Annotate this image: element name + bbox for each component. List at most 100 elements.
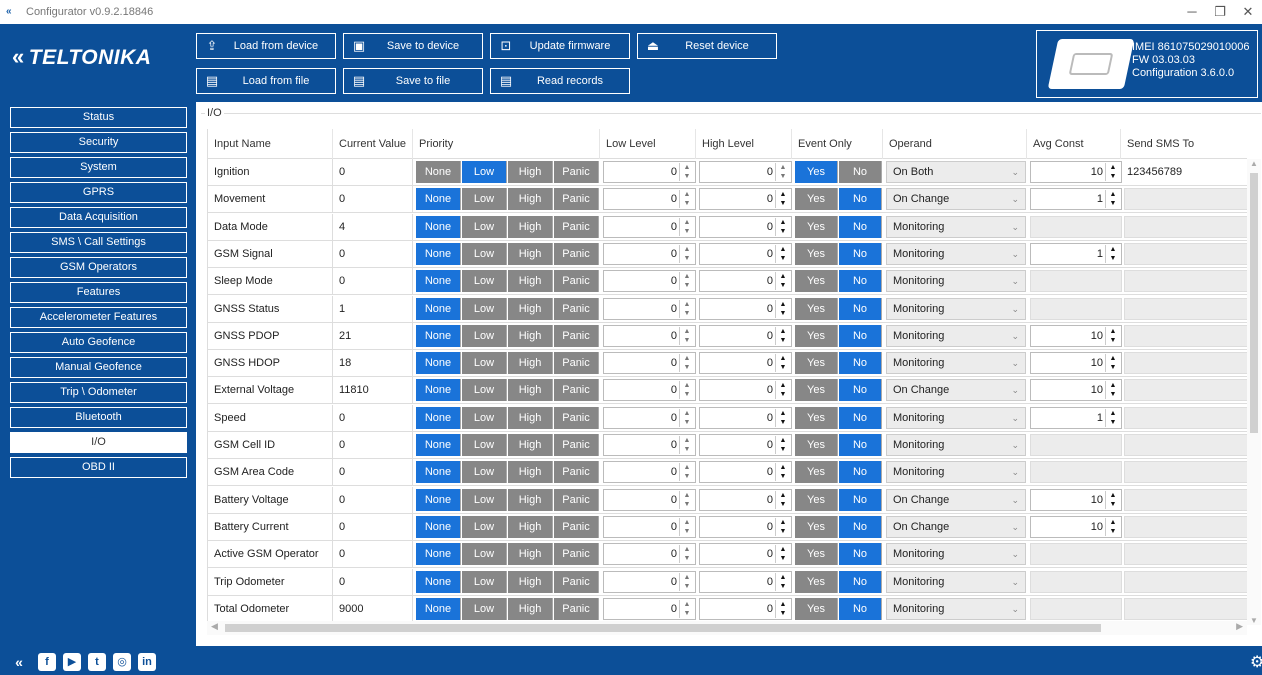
sidebar-item-system[interactable]: System: [10, 157, 187, 178]
sidebar-item-i-o[interactable]: I/O: [10, 432, 187, 453]
event-only-yes-toggle[interactable]: Yes: [795, 488, 838, 511]
column-header-low-level[interactable]: Low Level: [600, 129, 696, 159]
low-level-spinner[interactable]: 0 ▲ ▼: [603, 488, 696, 511]
priority-high-toggle[interactable]: High: [508, 297, 553, 320]
priority-high-toggle[interactable]: High: [508, 324, 553, 347]
event-only-no-toggle[interactable]: No: [839, 161, 882, 183]
operand-select[interactable]: Monitoring ⌄: [886, 215, 1026, 238]
priority-none-toggle[interactable]: None: [416, 406, 461, 429]
event-only-yes-toggle[interactable]: Yes: [795, 543, 838, 566]
spinner-arrows-icon[interactable]: ▲ ▼: [775, 299, 790, 318]
spinner-arrows-icon[interactable]: ▲ ▼: [775, 354, 790, 373]
operand-select[interactable]: Monitoring ⌄: [886, 242, 1026, 265]
priority-low-toggle[interactable]: Low: [462, 543, 507, 566]
spinner-arrows-icon[interactable]: ▲ ▼: [1105, 190, 1120, 209]
event-only-no-toggle[interactable]: No: [839, 406, 882, 429]
low-level-spinner[interactable]: 0 ▲ ▼: [603, 570, 696, 593]
priority-high-toggle[interactable]: High: [508, 270, 553, 293]
spinner-arrows-icon[interactable]: ▲ ▼: [775, 490, 790, 509]
priority-panic-toggle[interactable]: Panic: [554, 379, 599, 402]
priority-low-toggle[interactable]: Low: [462, 570, 507, 593]
avg-const-spinner[interactable]: 10 ▲ ▼: [1030, 352, 1122, 375]
priority-none-toggle[interactable]: None: [416, 434, 461, 456]
priority-high-toggle[interactable]: High: [508, 379, 553, 402]
low-level-spinner[interactable]: 0 ▲ ▼: [603, 324, 696, 347]
spinner-arrows-icon[interactable]: ▲ ▼: [1105, 381, 1120, 400]
operand-select[interactable]: Monitoring ⌄: [886, 352, 1026, 375]
spinner-arrows-icon[interactable]: ▲ ▼: [679, 572, 694, 591]
priority-panic-toggle[interactable]: Panic: [554, 515, 599, 538]
sidebar-item-trip-odometer[interactable]: Trip \ Odometer: [10, 382, 187, 403]
event-only-no-toggle[interactable]: No: [839, 352, 882, 375]
priority-panic-toggle[interactable]: Panic: [554, 543, 599, 566]
low-level-spinner[interactable]: 0 ▲ ▼: [603, 597, 696, 620]
high-level-spinner[interactable]: 0 ▲ ▼: [699, 461, 792, 484]
sidebar-item-gsm-operators[interactable]: GSM Operators: [10, 257, 187, 278]
priority-low-toggle[interactable]: Low: [462, 515, 507, 538]
spinner-arrows-icon[interactable]: ▲ ▼: [1105, 326, 1120, 345]
event-only-no-toggle[interactable]: No: [839, 270, 882, 293]
priority-high-toggle[interactable]: High: [508, 461, 553, 484]
event-only-no-toggle[interactable]: No: [839, 188, 882, 211]
linkedin-icon[interactable]: in: [138, 653, 156, 671]
column-header-high-level[interactable]: High Level: [696, 129, 792, 159]
event-only-no-toggle[interactable]: No: [839, 379, 882, 402]
event-only-no-toggle[interactable]: No: [839, 597, 882, 620]
priority-high-toggle[interactable]: High: [508, 570, 553, 593]
high-level-spinner[interactable]: 0 ▲ ▼: [699, 570, 792, 593]
low-level-spinner[interactable]: 0 ▲ ▼: [603, 515, 696, 538]
teltonika-icon[interactable]: «: [10, 653, 28, 671]
high-level-spinner[interactable]: 0 ▲ ▼: [699, 406, 792, 429]
operand-select[interactable]: Monitoring ⌄: [886, 434, 1026, 456]
priority-high-toggle[interactable]: High: [508, 515, 553, 538]
event-only-yes-toggle[interactable]: Yes: [795, 570, 838, 593]
priority-low-toggle[interactable]: Low: [462, 242, 507, 265]
event-only-yes-toggle[interactable]: Yes: [795, 352, 838, 375]
low-level-spinner[interactable]: 0 ▲ ▼: [603, 242, 696, 265]
event-only-yes-toggle[interactable]: Yes: [795, 515, 838, 538]
sidebar-item-auto-geofence[interactable]: Auto Geofence: [10, 332, 187, 353]
priority-high-toggle[interactable]: High: [508, 406, 553, 429]
spinner-arrows-icon[interactable]: ▲ ▼: [679, 326, 694, 345]
spinner-arrows-icon[interactable]: ▲ ▼: [775, 572, 790, 591]
event-only-no-toggle[interactable]: No: [839, 543, 882, 566]
spinner-arrows-icon[interactable]: ▲ ▼: [679, 217, 694, 236]
high-level-spinner[interactable]: 0 ▲ ▼: [699, 161, 792, 183]
priority-high-toggle[interactable]: High: [508, 543, 553, 566]
reset-device-button[interactable]: ⏏ Reset device: [637, 33, 777, 59]
save-to-device-button[interactable]: ▣ Save to device: [343, 33, 483, 59]
minimize-button[interactable]: ─: [1182, 4, 1202, 20]
column-header-event-only[interactable]: Event Only: [792, 129, 883, 159]
priority-panic-toggle[interactable]: Panic: [554, 434, 599, 456]
spinner-arrows-icon[interactable]: ▲ ▼: [1105, 408, 1120, 427]
vertical-scrollbar[interactable]: ▲ ▼: [1247, 159, 1261, 625]
operand-select[interactable]: Monitoring ⌄: [886, 461, 1026, 484]
gear-icon[interactable]: ⚙: [1250, 652, 1262, 672]
sidebar-item-features[interactable]: Features: [10, 282, 187, 303]
event-only-yes-toggle[interactable]: Yes: [795, 188, 838, 211]
spinner-arrows-icon[interactable]: ▲ ▼: [679, 244, 694, 263]
priority-none-toggle[interactable]: None: [416, 270, 461, 293]
operand-select[interactable]: On Change ⌄: [886, 188, 1026, 211]
horizontal-scrollbar[interactable]: ◀ ▶: [207, 621, 1247, 635]
priority-panic-toggle[interactable]: Panic: [554, 188, 599, 211]
low-level-spinner[interactable]: 0 ▲ ▼: [603, 352, 696, 375]
event-only-no-toggle[interactable]: No: [839, 461, 882, 484]
spinner-arrows-icon[interactable]: ▲ ▼: [775, 463, 790, 482]
spinner-arrows-icon[interactable]: ▲ ▼: [775, 381, 790, 400]
instagram-icon[interactable]: ◎: [113, 653, 131, 671]
spinner-arrows-icon[interactable]: ▲ ▼: [679, 490, 694, 509]
priority-high-toggle[interactable]: High: [508, 161, 553, 183]
sidebar-item-bluetooth[interactable]: Bluetooth: [10, 407, 187, 428]
operand-select[interactable]: Monitoring ⌄: [886, 270, 1026, 293]
twitter-icon[interactable]: t: [88, 653, 106, 671]
priority-panic-toggle[interactable]: Panic: [554, 297, 599, 320]
event-only-no-toggle[interactable]: No: [839, 324, 882, 347]
high-level-spinner[interactable]: 0 ▲ ▼: [699, 215, 792, 238]
send-sms-to-cell[interactable]: 123456789: [1121, 159, 1247, 185]
priority-high-toggle[interactable]: High: [508, 188, 553, 211]
event-only-yes-toggle[interactable]: Yes: [795, 242, 838, 265]
priority-none-toggle[interactable]: None: [416, 324, 461, 347]
spinner-arrows-icon[interactable]: ▲ ▼: [775, 408, 790, 427]
priority-panic-toggle[interactable]: Panic: [554, 488, 599, 511]
